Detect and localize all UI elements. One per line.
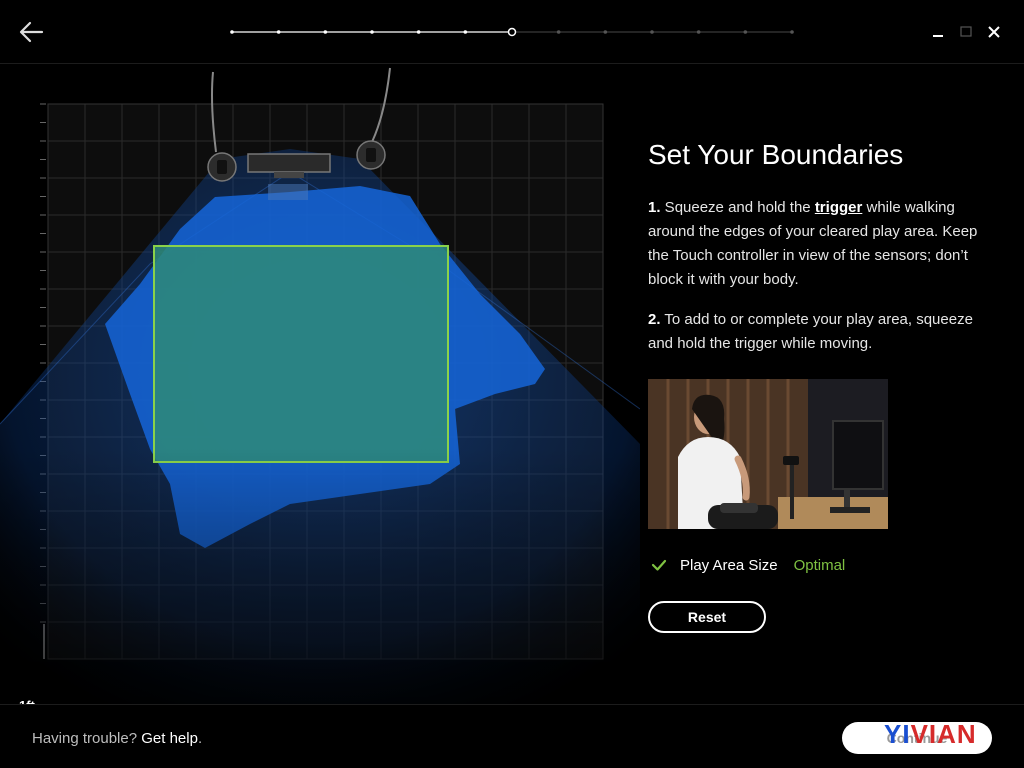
- progress-step: [556, 30, 561, 34]
- watermark-part-a: YI: [884, 719, 911, 749]
- step-1-text-a: Squeeze and hold the: [660, 199, 815, 216]
- boundary-map[interactable]: 1ft: [0, 64, 640, 704]
- help-text: Having trouble? Get help.: [32, 730, 202, 747]
- play-area: [153, 245, 449, 463]
- instruction-step-2: 2. To add to or complete your play area,…: [648, 308, 978, 356]
- step-2-number: 2.: [648, 311, 661, 328]
- progress-step: [276, 30, 281, 34]
- step-1-number: 1.: [648, 199, 661, 216]
- page-title: Set Your Boundaries: [648, 139, 904, 170]
- reset-button[interactable]: Reset: [648, 601, 766, 633]
- progress-step: [790, 30, 794, 34]
- progress-step: [370, 30, 374, 34]
- progress-step: [696, 30, 701, 34]
- minimize-icon[interactable]: [928, 22, 948, 42]
- instruction-video[interactable]: [648, 379, 888, 529]
- footer: Having trouble? Get help. Continue: [0, 704, 1024, 768]
- play-area-status: Play Area Size Optimal: [648, 553, 845, 577]
- progress-step: [323, 30, 328, 34]
- maximize-icon[interactable]: [956, 22, 976, 42]
- close-icon[interactable]: [984, 22, 1004, 42]
- watermark-part-b: VIAN: [910, 719, 977, 749]
- header: [0, 0, 1024, 64]
- check-icon: [651, 559, 667, 571]
- watermark-logo: YIVIAN: [884, 719, 977, 750]
- instruction-step-1: 1. Squeeze and hold the trigger while wa…: [648, 196, 978, 292]
- help-prefix: Having trouble?: [32, 730, 142, 747]
- progress-step: [463, 30, 468, 34]
- step-2-text: To add to or complete your play area, sq…: [648, 311, 973, 352]
- help-suffix: .: [197, 730, 203, 747]
- progress-step: [650, 30, 654, 34]
- progress-step: [230, 30, 234, 34]
- progress-step: [603, 30, 608, 34]
- status-label: Play Area Size: [680, 556, 778, 574]
- get-help-link[interactable]: Get help: [141, 730, 198, 747]
- progress-step: [743, 30, 748, 34]
- trigger-link[interactable]: trigger: [815, 199, 863, 216]
- status-value: Optimal: [793, 556, 846, 574]
- setup-progress: [230, 27, 794, 37]
- progress-step: [416, 30, 421, 34]
- progress-step-current: [507, 27, 517, 37]
